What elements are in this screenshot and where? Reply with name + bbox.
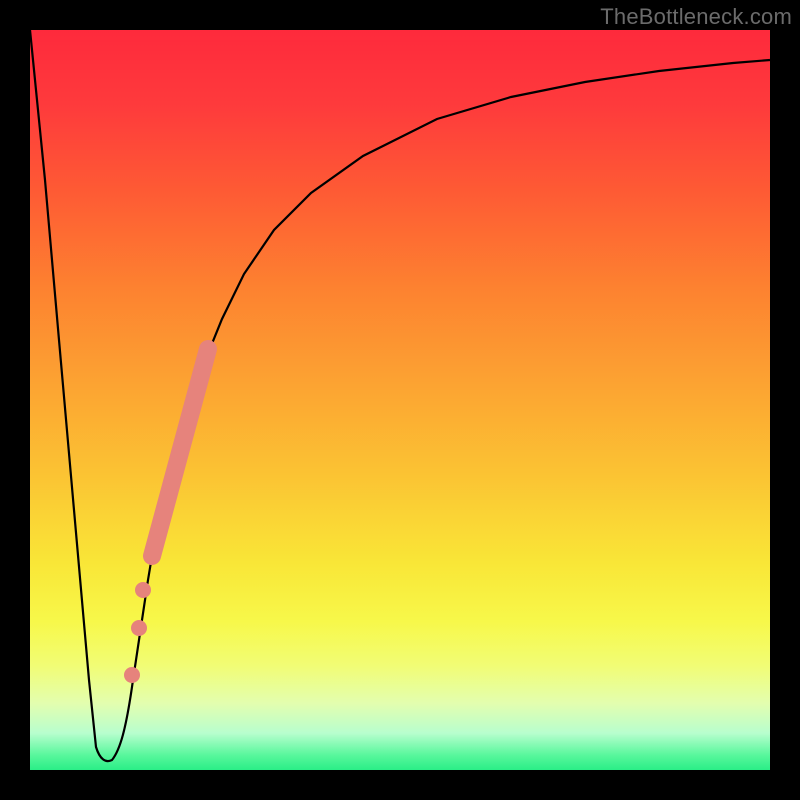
plot-area <box>30 30 770 770</box>
highlight-segment <box>152 349 208 556</box>
curve-layer <box>30 30 770 770</box>
chart-frame: TheBottleneck.com <box>0 0 800 800</box>
attribution-text: TheBottleneck.com <box>600 4 792 30</box>
highlight-dot-3 <box>124 667 140 683</box>
highlight-dot-1 <box>135 582 151 598</box>
bottleneck-curve <box>30 30 770 761</box>
highlight-dot-2 <box>131 620 147 636</box>
